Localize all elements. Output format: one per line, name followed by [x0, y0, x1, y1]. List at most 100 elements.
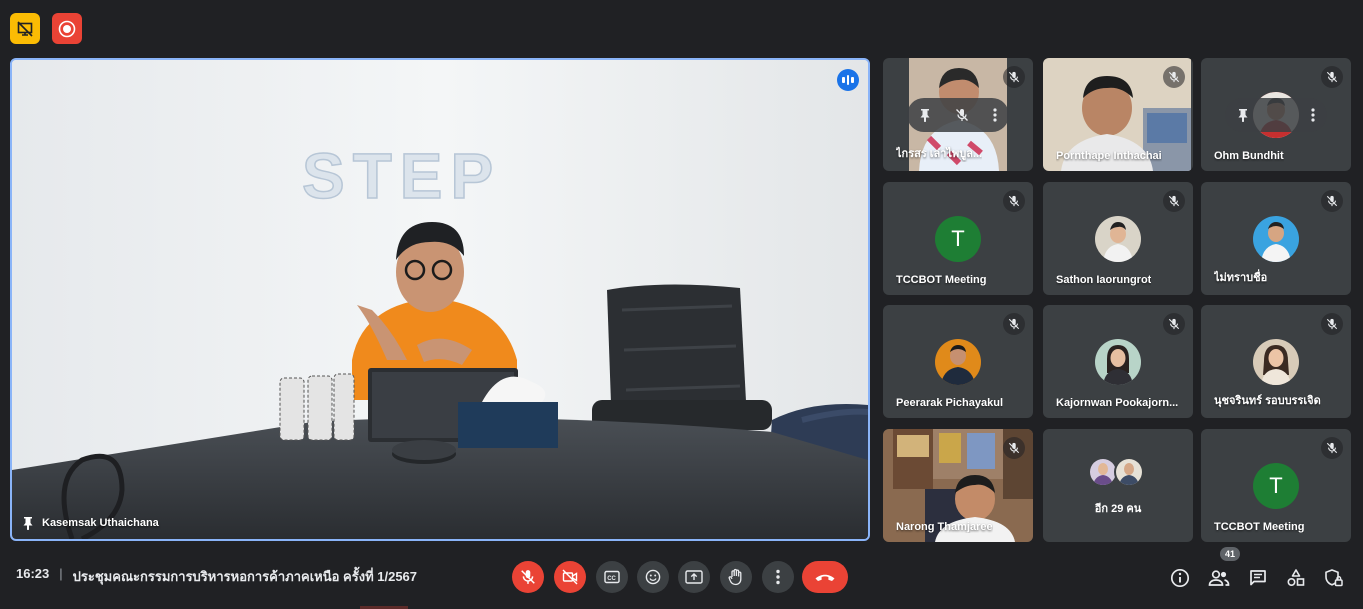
captions-toggle-button[interactable]: CC: [596, 561, 628, 593]
closed-caption-icon: CC: [604, 570, 620, 584]
others-count-label: อีก 29 คน: [1094, 503, 1142, 515]
speaker-video-frame: STEP: [12, 60, 868, 539]
avatar: [1114, 457, 1144, 487]
participant-name: Narong Thamjaree: [896, 521, 993, 533]
mic-muted-indicator: [1003, 437, 1025, 459]
mic-off-icon: [1326, 195, 1338, 207]
tile-hover-controls: [1225, 98, 1327, 132]
participant-tile[interactable]: Narong Thamjaree: [883, 429, 1033, 542]
info-icon: [1170, 568, 1190, 588]
mic-off-icon: [1008, 71, 1020, 83]
mic-off-icon: [1168, 71, 1180, 83]
meeting-info: 16:23 | ประชุมคณะกรรมการบริหารหอการค้าภา…: [16, 566, 417, 587]
tile-hover-controls: [907, 98, 1009, 132]
activities-button[interactable]: [1282, 564, 1310, 592]
participant-name: Kajornwan Pookajorn...: [1056, 397, 1179, 409]
meeting-time: 16:23: [16, 566, 50, 581]
participant-tile[interactable]: Peerarak Pichayakul: [883, 305, 1033, 418]
mic-muted-indicator: [1321, 437, 1343, 459]
mic-muted-indicator: [1163, 190, 1185, 212]
mic-muted-indicator: [1003, 190, 1025, 212]
more-options-button[interactable]: [762, 561, 794, 593]
emoji-icon: [645, 569, 661, 585]
svg-text:CC: CC: [607, 576, 616, 582]
mic-muted-indicator: [1003, 313, 1025, 335]
participant-tile[interactable]: ไกรสร เล่าไพบูล...: [883, 58, 1033, 171]
participant-name: ไกรสร เล่าไพบูล...: [896, 148, 983, 160]
mic-off-icon: [1008, 442, 1020, 454]
mic-muted-indicator: [1321, 313, 1343, 335]
leave-call-button[interactable]: [802, 561, 848, 593]
others-tile[interactable]: อีก 29 คน: [1043, 429, 1193, 542]
participant-tile[interactable]: Pornthape Inthachai: [1043, 58, 1193, 171]
participant-name: Sathon Iaorungrot: [1056, 274, 1152, 286]
participant-tile[interactable]: T TCCBOT Meeting: [1201, 429, 1351, 542]
participant-avatar: T: [935, 216, 981, 262]
participant-tile[interactable]: นุชจรินทร์ รอบบรรเจิด: [1201, 305, 1351, 418]
participant-tile[interactable]: Kajornwan Pookajorn...: [1043, 305, 1193, 418]
present-screen-button[interactable]: [678, 561, 710, 593]
mic-off-icon[interactable]: [955, 108, 969, 122]
participant-tile[interactable]: Ohm Bundhit: [1201, 58, 1351, 171]
participant-name: TCCBOT Meeting: [896, 274, 987, 286]
mic-muted-indicator: [1321, 66, 1343, 88]
participant-tile[interactable]: ไม่ทราบชื่อ: [1201, 182, 1351, 295]
recording-indicator[interactable]: [52, 13, 82, 44]
meeting-title: ประชุมคณะกรรมการบริหารหอการค้าภาคเหนือ ค…: [72, 569, 418, 584]
participant-count-badge: 41: [1220, 547, 1240, 561]
mic-off-icon: [1326, 442, 1338, 454]
call-control-bar: 16:23 | ประชุมคณะกรรมการบริหารหอการค้าภา…: [0, 547, 1363, 609]
raise-hand-button[interactable]: [720, 561, 752, 593]
participant-name: นุชจรินทร์ รอบบรรเจิด: [1214, 395, 1321, 407]
participant-avatar: T: [1253, 463, 1299, 509]
people-icon: [1208, 570, 1230, 586]
participant-avatar: [1253, 216, 1299, 262]
host-controls-icon: [1325, 569, 1343, 587]
present-to-all-icon: [685, 570, 703, 584]
participant-tile[interactable]: T TCCBOT Meeting: [883, 182, 1033, 295]
videocam-off-icon: [562, 569, 578, 585]
presenting-indicator[interactable]: [10, 13, 40, 44]
mic-off-icon: [1326, 318, 1338, 330]
mic-muted-indicator: [1163, 313, 1185, 335]
participant-name: Ohm Bundhit: [1214, 150, 1284, 162]
meeting-separator: |: [59, 566, 63, 581]
more-vert-icon[interactable]: [993, 108, 997, 122]
activities-icon: [1287, 569, 1305, 587]
main-speaker-label: Kasemsak Uthaichana: [22, 516, 159, 530]
mic-muted-indicator: [1321, 190, 1343, 212]
mic-off-icon: [1326, 71, 1338, 83]
participant-avatar: [1095, 339, 1141, 385]
mic-off-icon: [521, 570, 535, 584]
pin-icon[interactable]: [22, 516, 34, 530]
record-icon: [58, 20, 76, 37]
participant-avatar: [935, 339, 981, 385]
participant-tile[interactable]: Sathon Iaorungrot: [1043, 182, 1193, 295]
main-speaker-video[interactable]: STEP Kasemsak Uthaichana: [10, 58, 870, 541]
chat-button[interactable]: [1244, 564, 1272, 592]
more-vert-icon[interactable]: [1311, 108, 1315, 122]
camera-toggle-button[interactable]: [554, 561, 586, 593]
people-button[interactable]: [1205, 564, 1233, 592]
host-controls-button[interactable]: [1320, 564, 1348, 592]
mic-muted-indicator: [1003, 66, 1025, 88]
backdrop-logo: STEP: [302, 140, 501, 212]
main-speaker-name: Kasemsak Uthaichana: [42, 517, 159, 529]
participant-name: TCCBOT Meeting: [1214, 521, 1305, 533]
mic-off-icon: [1008, 195, 1020, 207]
pin-icon[interactable]: [1237, 108, 1249, 122]
presentation-off-icon: [17, 20, 33, 37]
reactions-button[interactable]: [637, 561, 669, 593]
hand-icon: [728, 568, 742, 586]
participant-avatar: [1253, 339, 1299, 385]
meeting-details-button[interactable]: [1166, 564, 1194, 592]
speaking-indicator: [837, 69, 859, 91]
pin-icon[interactable]: [919, 108, 931, 122]
participant-name: ไม่ทราบชื่อ: [1214, 272, 1268, 284]
mic-off-icon: [1008, 318, 1020, 330]
participant-avatar: [1095, 216, 1141, 262]
call-end-icon: [815, 574, 835, 581]
more-vert-icon: [776, 569, 780, 585]
mic-off-icon: [1168, 318, 1180, 330]
microphone-toggle-button[interactable]: [512, 561, 544, 593]
